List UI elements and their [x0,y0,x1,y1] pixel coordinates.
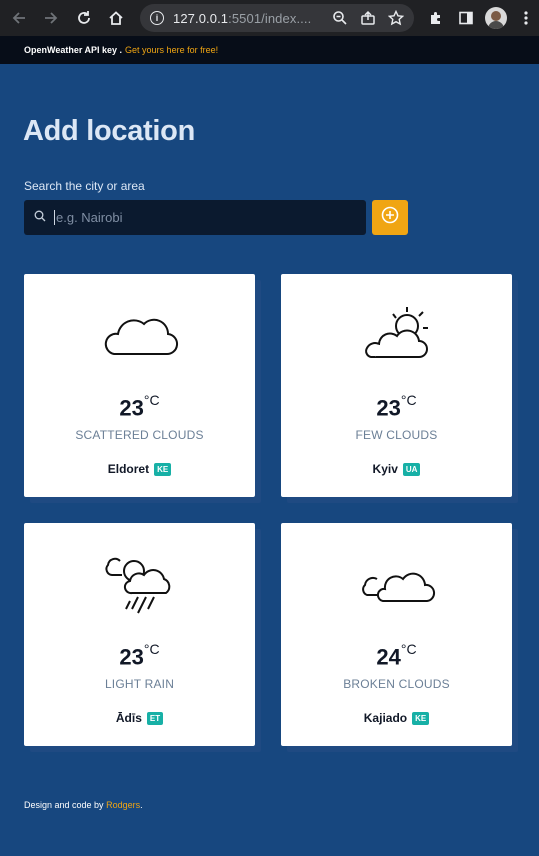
zoom-icon[interactable] [330,8,350,28]
broken-clouds-icon [357,551,437,627]
city-name: Kajiado [363,711,408,725]
page-title: Add location [23,115,196,147]
temperature: 23°C [376,392,417,421]
bookmark-star-icon[interactable] [386,8,406,28]
search-input[interactable] [54,210,354,225]
back-icon[interactable] [6,5,32,31]
browser-toolbar: i 127.0.0.1:5501/index.... [0,0,539,36]
temperature: 23°C [119,392,160,421]
country-badge: ET [146,711,164,725]
sun-rain-icon [100,551,180,627]
profile-avatar[interactable] [485,5,507,31]
address-bar[interactable]: i 127.0.0.1:5501/index.... [140,4,414,32]
side-panel-icon[interactable] [455,5,477,31]
get-api-key-link[interactable]: Get yours here for free! [125,45,218,55]
country-badge: UA [402,462,421,476]
banner-text: OpenWeather API key . [24,45,123,55]
weather-description: FEW CLOUDS [355,428,438,442]
api-key-banner: OpenWeather API key . Get yours here for… [0,36,539,64]
city-name: Ādīs [115,711,142,725]
extensions-icon[interactable] [425,5,447,31]
weather-description: LIGHT RAIN [104,677,175,691]
partly-sunny-icon [357,302,437,378]
weather-description: BROKEN CLOUDS [343,677,450,691]
country-badge: KE [412,711,430,725]
weather-card: 23°C FEW CLOUDS Kyiv UA [281,274,512,497]
reload-icon[interactable] [71,5,97,31]
weather-description: SCATTERED CLOUDS [75,428,204,442]
url-text: 127.0.0.1:5501/index.... [173,10,312,26]
home-icon[interactable] [103,5,129,31]
country-badge: KE [154,462,172,476]
forward-icon[interactable] [38,5,64,31]
plus-circle-icon [381,206,399,229]
city-name: Eldoret [107,462,150,476]
menu-kebab-icon[interactable] [515,5,537,31]
footer: Design and code by Rodgers. [24,800,143,810]
share-icon[interactable] [358,8,378,28]
search-label: Search the city or area [24,179,145,193]
footer-text: Design and code by [24,800,104,810]
city-name: Kyiv [372,462,398,476]
weather-card: 23°C LIGHT RAIN Ādīs ET [24,523,255,746]
cloud-icon [100,302,180,378]
site-info-icon[interactable]: i [150,11,164,25]
author-link[interactable]: Rodgers [106,800,140,810]
weather-card: 24°C BROKEN CLOUDS Kajiado KE [281,523,512,746]
temperature: 23°C [119,641,160,670]
add-location-button[interactable] [372,200,408,235]
weather-card: 23°C SCATTERED CLOUDS Eldoret KE [24,274,255,497]
search-box[interactable] [24,200,366,235]
temperature: 24°C [376,641,417,670]
search-icon [34,209,46,227]
